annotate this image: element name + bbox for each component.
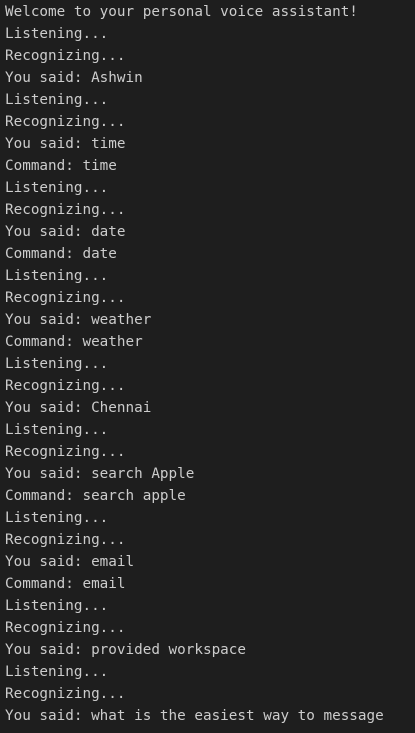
- output-line: You said: provided workspace: [5, 642, 247, 658]
- output-line: Listening...: [5, 664, 109, 680]
- output-line: Command: search apple: [5, 488, 186, 504]
- output-line: Command: email: [5, 576, 126, 592]
- output-line: You said: Chennai: [5, 400, 152, 416]
- output-line: Listening...: [5, 268, 109, 284]
- output-line: Welcome to your personal voice assistant…: [5, 4, 358, 20]
- output-line: You said: time: [5, 136, 126, 152]
- output-line: Recognizing...: [5, 532, 126, 548]
- output-line: Listening...: [5, 422, 109, 438]
- output-line: Recognizing...: [5, 378, 126, 394]
- output-line: Listening...: [5, 92, 109, 108]
- output-line: Command: date: [5, 246, 117, 262]
- output-line: Listening...: [5, 26, 109, 42]
- output-line: Listening...: [5, 356, 109, 372]
- output-line: Recognizing...: [5, 290, 126, 306]
- output-line: Recognizing...: [5, 686, 126, 702]
- output-line: You said: date: [5, 224, 126, 240]
- output-line: Recognizing...: [5, 202, 126, 218]
- output-line: You said: search Apple: [5, 466, 195, 482]
- output-line: Listening...: [5, 180, 109, 196]
- output-line: You said: email: [5, 554, 135, 570]
- output-line: Recognizing...: [5, 444, 126, 460]
- output-line: Recognizing...: [5, 620, 126, 636]
- output-line: Listening...: [5, 598, 109, 614]
- output-line: Recognizing...: [5, 114, 126, 130]
- terminal-output[interactable]: Welcome to your personal voice assistant…: [0, 0, 415, 733]
- output-line: Recognizing...: [5, 48, 126, 64]
- output-line: You said: Ashwin: [5, 70, 143, 86]
- output-line: You said: what is the easiest way to mes…: [5, 708, 384, 724]
- output-line: Listening...: [5, 510, 109, 526]
- output-line: Command: time: [5, 158, 117, 174]
- output-line: Command: weather: [5, 334, 143, 350]
- output-line: You said: weather: [5, 312, 152, 328]
